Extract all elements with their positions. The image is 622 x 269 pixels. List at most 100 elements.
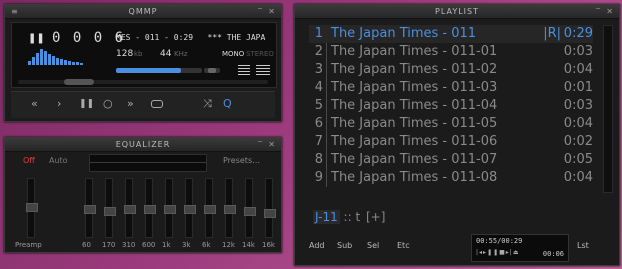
eq-band-slider[interactable] [204, 178, 216, 238]
mini-next-icon[interactable]: ▸| [506, 249, 513, 256]
eq-band-label: 310 [122, 241, 136, 249]
eq-auto-button[interactable]: Auto [49, 156, 68, 165]
track-duration: 0:03 [563, 44, 593, 59]
playlist-add-tab-button[interactable]: [+] [366, 210, 385, 224]
track-duration: 0:04 [563, 116, 593, 131]
minimize-icon[interactable]: ‾ [596, 5, 601, 18]
position-slider[interactable] [18, 79, 268, 85]
mini-prev-icon[interactable]: |◂ [476, 249, 483, 256]
close-icon[interactable]: ✕ [268, 138, 276, 151]
spectrum-bars [28, 47, 88, 65]
eq-band-knob [204, 205, 216, 214]
sel-button[interactable]: Sel [367, 241, 379, 250]
track-number: 3 [314, 62, 323, 77]
playlist-row[interactable]: 7 The Japan Times - 011-06 0:02 [309, 133, 593, 151]
playlist-toggle-icon[interactable] [256, 65, 270, 75]
next-icon[interactable]: » [127, 97, 134, 110]
menu-icon[interactable]: ≡ [11, 5, 19, 18]
eq-toggle-icon[interactable] [238, 65, 250, 75]
spectrum-bar [68, 61, 71, 65]
time-display[interactable]: 0 0 0 6 [52, 30, 123, 46]
mono-indicator: MONO [222, 50, 245, 58]
preamp-slider[interactable] [26, 178, 38, 238]
playlist-row[interactable]: 9 The Japan Times - 011-08 0:04 [309, 169, 593, 187]
playlist-track-list[interactable]: 1 The Japan Times - 011 |R| 0:29 2 The Japan … [309, 25, 593, 191]
eq-band-slider[interactable] [144, 178, 156, 238]
volume-fill [116, 68, 181, 73]
eq-curve-display [89, 154, 207, 172]
title-marquee[interactable]: MES - 011 - 0:29 *** THE JAPA [116, 33, 272, 42]
eq-band-label: 16k [262, 241, 275, 249]
samplerate: 44 [160, 49, 172, 59]
playlist-tab-bar: J-11 :: t [+] [313, 210, 385, 224]
mini-player: 00:55/00:29 |◂▸❚❚■▸|⏏ 00:06 [471, 234, 569, 262]
equalizer-titlebar[interactable]: EQUALIZER ‾ ✕ [5, 138, 281, 152]
mini-stop-icon[interactable]: ■ [499, 249, 506, 256]
eq-band-knob [184, 205, 196, 214]
mini-pause-icon[interactable]: ❚❚ [487, 249, 499, 256]
eq-band-slider[interactable] [84, 178, 96, 238]
spectrum-bar [76, 62, 79, 65]
repeat-icon[interactable]: Q [223, 97, 232, 110]
preamp-label: Preamp [15, 241, 42, 249]
playlist-row[interactable]: 2 The Japan Times - 011-01 0:03 [309, 43, 593, 61]
eq-band-slider[interactable] [224, 178, 236, 238]
playlist-row[interactable]: 6 The Japan Times - 011-05 0:04 [309, 115, 593, 133]
spectrum-bar [28, 61, 31, 65]
playlist-row[interactable]: 3 The Japan Times - 011-02 0:04 [309, 61, 593, 79]
main-display: ❚❚ 0 0 0 6 MES - 011 - 0:29 *** THE JAPA… [11, 22, 277, 88]
playlist-row-current[interactable]: 1 The Japan Times - 011 |R| 0:29 [309, 25, 593, 43]
volume-slider[interactable] [116, 68, 202, 73]
spectrum-bar [72, 62, 75, 65]
spectrum-analyzer[interactable] [28, 47, 88, 65]
eq-presets-label: Presets [223, 156, 253, 165]
playlist-tab-t[interactable]: :: t [344, 210, 361, 224]
spectrum-bar [60, 59, 63, 65]
spectrum-bar [52, 56, 55, 65]
playlist-row[interactable]: 8 The Japan Times - 011-07 0:05 [309, 151, 593, 169]
previous-icon[interactable]: « [31, 97, 38, 110]
eq-band-knob [264, 209, 276, 218]
eq-off-button[interactable]: Off [23, 156, 35, 165]
track-title: The Japan Times - 011-02 [331, 62, 498, 77]
bitrate-unit: kb [134, 50, 143, 58]
playlist-row[interactable]: 5 The Japan Times - 011-04 0:03 [309, 97, 593, 115]
eject-icon[interactable] [151, 98, 163, 111]
pause-status-icon: ❚❚ [28, 33, 45, 44]
shuffle-icon[interactable]: ⤨ [203, 97, 212, 111]
pause-icon[interactable]: ❚❚ [79, 99, 94, 109]
transport-bar: « › ❚❚ ○ » ⤨ Q [11, 91, 275, 118]
mini-eject-icon[interactable]: ⏏ [513, 249, 520, 256]
sub-button[interactable]: Sub [337, 241, 352, 250]
minimize-icon[interactable]: ‾ [258, 138, 263, 151]
eq-band-slider[interactable] [104, 178, 116, 238]
track-title: The Japan Times - 011-08 [331, 170, 498, 185]
track-number: 1 [314, 26, 323, 41]
playlist-row[interactable]: 4 The Japan Times - 011-03 0:01 [309, 79, 593, 97]
stop-icon[interactable]: ○ [103, 97, 113, 110]
eq-band-slider[interactable] [184, 178, 196, 238]
close-icon[interactable]: ✕ [606, 5, 614, 18]
eq-band-knob [144, 205, 156, 214]
balance-slider[interactable] [204, 68, 220, 73]
equalizer-title: EQUALIZER [115, 140, 171, 149]
eq-band-slider[interactable] [264, 178, 276, 238]
minimize-icon[interactable]: ‾ [258, 5, 263, 18]
etc-button[interactable]: Etc [397, 241, 410, 250]
close-icon[interactable]: ✕ [268, 5, 276, 18]
eq-band-label: 600 [142, 241, 156, 249]
eq-presets-button[interactable]: Presets… [223, 156, 260, 165]
eq-band-slider[interactable] [244, 178, 256, 238]
eq-band-slider[interactable] [124, 178, 136, 238]
playlist-tab-j11[interactable]: J-11 [313, 210, 340, 224]
eq-band-slider[interactable] [164, 178, 176, 238]
add-button[interactable]: Add [309, 241, 325, 250]
track-title: The Japan Times - 011 [331, 26, 477, 41]
main-titlebar[interactable]: ≡ QMMP ‾ ✕ [5, 5, 281, 19]
playlist-titlebar[interactable]: PLAYLIST ‾ ✕ [295, 5, 619, 19]
play-icon[interactable]: › [57, 97, 61, 110]
position-knob [64, 79, 94, 85]
playlist-scrollbar[interactable] [603, 25, 613, 193]
preamp-knob [26, 203, 38, 212]
lst-button[interactable]: Lst [577, 241, 589, 250]
